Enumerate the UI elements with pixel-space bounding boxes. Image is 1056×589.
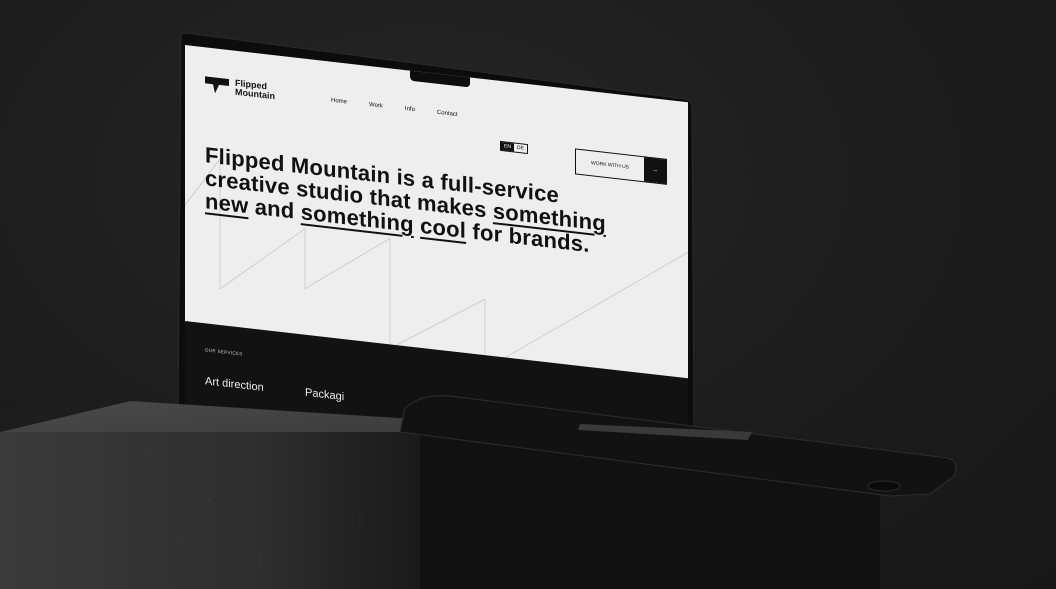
- nav-info[interactable]: Info: [405, 106, 415, 113]
- scene: Flipped Mountain Home Work Info Contact …: [0, 0, 1056, 589]
- cta-label: WORK WITH US: [590, 160, 630, 171]
- lang-en[interactable]: EN: [501, 142, 514, 152]
- service-packaging[interactable]: Packagi: [305, 387, 344, 403]
- language-switcher: EN DE: [500, 140, 528, 155]
- main-nav: Home Work Info Contact: [331, 98, 480, 121]
- service-art-direction[interactable]: Art direction: [205, 375, 264, 394]
- lang-de[interactable]: DE: [514, 143, 527, 152]
- brand-line-2: Mountain: [235, 86, 275, 102]
- arrow-right-icon: →: [644, 157, 666, 184]
- services-title: OUR SERVICES: [205, 347, 243, 357]
- nav-home[interactable]: Home: [331, 98, 347, 106]
- mountain-logo-icon: [205, 76, 229, 94]
- nav-work[interactable]: Work: [369, 102, 383, 110]
- laptop-screen: Flipped Mountain Home Work Info Contact …: [185, 45, 688, 508]
- nav-contact[interactable]: Contact: [437, 110, 458, 118]
- brand-name: Flipped Mountain: [235, 78, 275, 102]
- brand-logo[interactable]: Flipped Mountain: [205, 75, 275, 101]
- work-with-us-button[interactable]: WORK WITH US →: [575, 148, 667, 185]
- hero-underline-3: cool: [420, 212, 467, 244]
